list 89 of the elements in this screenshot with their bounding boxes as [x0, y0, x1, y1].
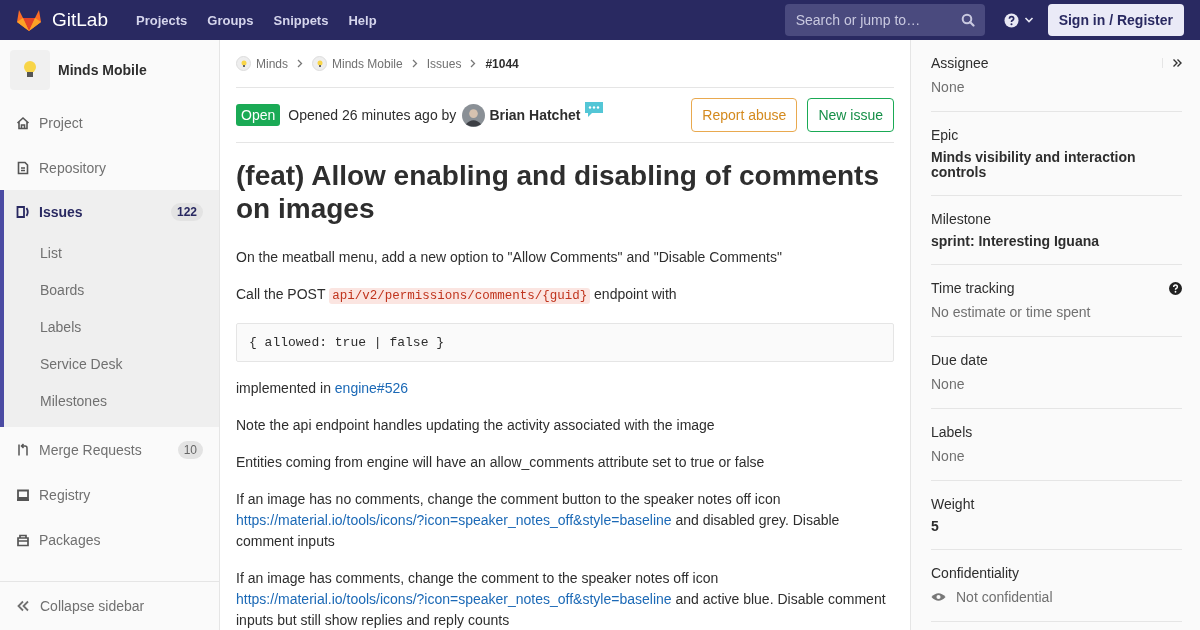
- item-label: Project: [39, 114, 83, 131]
- lightbulb-icon: [23, 60, 37, 80]
- report-abuse-button[interactable]: Report abuse: [691, 98, 798, 132]
- field-label: Due date: [931, 351, 988, 369]
- paragraph: If an image has no comments, change the comment button to the speaker notes off icon https://material.io/tools/icons/?icon=speaker_notes_off&style=baseline and disabled grey. Disable comment inputs: [236, 490, 841, 552]
- brand-name[interactable]: GitLab: [52, 9, 108, 31]
- nav-link[interactable]: Groups: [207, 12, 254, 28]
- sidebar-icon: [16, 160, 30, 175]
- sidebar-subitem[interactable]: List: [4, 234, 219, 271]
- sidebar-subitem[interactable]: Boards: [4, 271, 219, 308]
- issue-title: (feat) Allow enabling and disabling of comments on images: [236, 159, 880, 226]
- field-value: Minds visibility and interaction controls: [931, 150, 1137, 180]
- field-label: Assignee: [931, 54, 989, 72]
- help-icon[interactable]: [1169, 281, 1182, 295]
- sidebar-subitem[interactable]: Milestones: [4, 382, 219, 419]
- code-block: { allowed: true | false }: [236, 323, 894, 363]
- count-badge: 10: [177, 440, 203, 459]
- group-avatar: [236, 56, 251, 71]
- search-icon: [960, 13, 975, 27]
- chevron-icon: [411, 59, 418, 68]
- author-link[interactable]: Brian Hatchet: [489, 107, 581, 123]
- field-label: Confidentiality: [931, 564, 1019, 582]
- nav-link[interactable]: Snippets: [273, 12, 329, 28]
- item-label: Packages: [39, 531, 101, 548]
- caret-icon: [1023, 16, 1034, 24]
- project-name[interactable]: Minds Mobile: [58, 62, 147, 78]
- chevron-icon: [297, 59, 303, 68]
- help-menu[interactable]: [1003, 12, 1034, 28]
- field-value: No estimate or time spent: [931, 303, 1091, 321]
- chevron-icon: [470, 59, 477, 68]
- fox-logo-icon[interactable]: [16, 8, 42, 32]
- paragraph: Note the api endpoint handles updating the activity associated with the image: [236, 416, 716, 436]
- field-label: Epic: [931, 126, 959, 144]
- sidebar-icon: [16, 532, 30, 547]
- paragraph: implemented in engine#526: [236, 379, 409, 399]
- paragraph: If an image has comments, change the comment to the speaker notes off icon https://material.io/tools/icons/?icon=speaker_notes_off&style=baseline and active blue. Disable comment inputs but still show replies and reply counts: [236, 569, 887, 630]
- eye-icon: [931, 592, 946, 602]
- sidebar-item[interactable]: Project: [0, 100, 219, 145]
- field-value: Not confidential: [956, 588, 1053, 606]
- sidebar-icon: [16, 205, 30, 219]
- expand-icon[interactable]: [1162, 58, 1182, 68]
- opened-text: Opened 26 minutes ago by: [288, 107, 457, 123]
- breadcrumb-link[interactable]: Minds: [256, 56, 288, 71]
- new-issue-button[interactable]: New issue: [807, 98, 894, 132]
- breadcrumb-link[interactable]: Issues: [426, 56, 462, 71]
- sidebar-item[interactable]: Repository: [0, 145, 219, 190]
- search-field[interactable]: Search or jump to…: [784, 4, 985, 36]
- field-label: Weight: [931, 495, 975, 513]
- field-value: None: [931, 447, 965, 465]
- search-field[interactable]: Search or jump to…: [793, 11, 961, 29]
- link[interactable]: engine#526: [334, 380, 408, 397]
- nav-link[interactable]: Help: [348, 12, 377, 28]
- inline-code: api/v2/permissions/comments/{guid}: [329, 288, 591, 305]
- sidebar-subitem[interactable]: Labels: [4, 308, 219, 345]
- field-value: None: [931, 375, 965, 393]
- group-avatar: [312, 56, 327, 71]
- double-chevron-icon: [16, 600, 30, 612]
- field-value: 5: [931, 519, 939, 534]
- paragraph: Call the POST api/v2/permissions/comments/{guid} endpoint with: [236, 285, 678, 307]
- sidebar-subitem[interactable]: Service Desk: [4, 345, 219, 382]
- collapse-sidebar-button[interactable]: Collapse sidebar: [0, 581, 219, 630]
- sidebar-item[interactable]: Merge Requests 10: [0, 427, 219, 472]
- sidebar-icon: [16, 487, 30, 502]
- sign-in-button[interactable]: Sign in / Register: [1047, 4, 1184, 36]
- sidebar-item[interactable]: Packages: [0, 517, 219, 562]
- item-label: Issues: [39, 204, 83, 220]
- breadcrumb-link[interactable]: #1044: [485, 56, 519, 71]
- status-badge: Open: [236, 104, 281, 126]
- sidebar-icon: [16, 442, 30, 457]
- field-label: Time tracking: [931, 279, 1015, 297]
- count-badge: 122: [170, 203, 203, 221]
- sidebar-icon: [16, 115, 30, 130]
- avatar[interactable]: [462, 103, 486, 127]
- field-label: Labels: [931, 423, 973, 441]
- paragraph: On the meatball menu, add a new option to "Allow Comments" and "Disable Comments": [236, 248, 783, 268]
- field-label: Milestone: [931, 210, 991, 228]
- item-label: Registry: [39, 486, 91, 503]
- link[interactable]: https://material.io/tools/icons/?icon=speaker_notes_off&style=baseline: [236, 512, 672, 529]
- sidebar-item[interactable]: Issues 122: [4, 190, 219, 234]
- breadcrumb-link[interactable]: Minds Mobile: [332, 56, 403, 71]
- field-value: None: [931, 78, 965, 96]
- sidebar-item[interactable]: Registry: [0, 472, 219, 517]
- nav-link[interactable]: Projects: [136, 12, 188, 28]
- field-value: sprint: Interesting Iguana: [931, 234, 1099, 249]
- speech-bubble-icon: [584, 101, 605, 119]
- paragraph: Entities coming from engine will have an allow_comments attribute set to true or false: [236, 453, 766, 473]
- link[interactable]: https://material.io/tools/icons/?icon=speaker_notes_off&style=baseline: [236, 591, 672, 608]
- item-label: Repository: [39, 159, 106, 176]
- item-label: Merge Requests: [39, 441, 142, 458]
